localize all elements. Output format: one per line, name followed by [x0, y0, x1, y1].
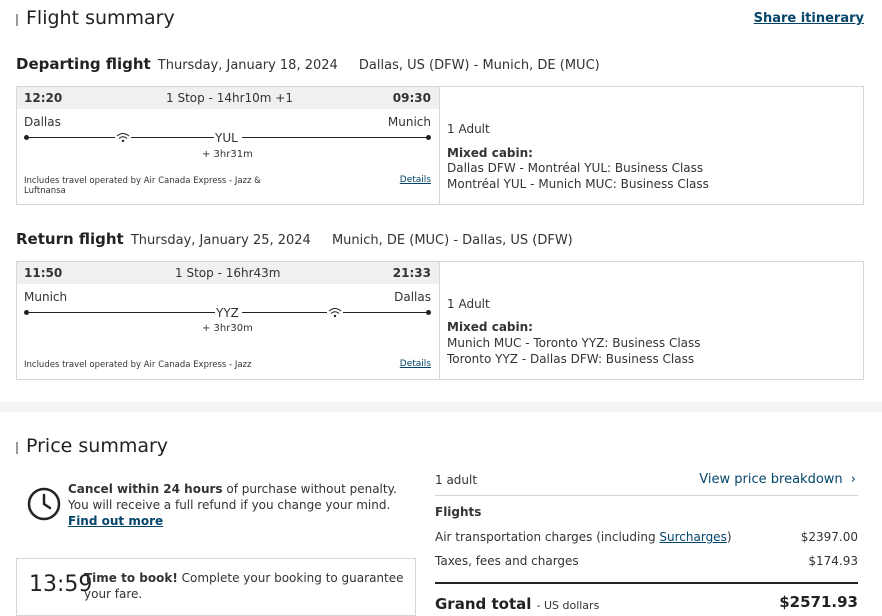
- grand-total-label-row: Grand total - US dollars: [435, 594, 599, 613]
- return-cabin-line2: Toronto YYZ - Dallas DFW: Business Class: [447, 352, 695, 366]
- wifi-icon: [116, 129, 130, 148]
- departing-operated-by: Includes travel operated by Air Canada E…: [24, 176, 261, 196]
- return-arrive-time: 21:33: [392, 266, 431, 280]
- return-line-3: [343, 312, 428, 313]
- return-dest-dot: [426, 310, 431, 315]
- air-label-prefix: Air transportation charges (including: [435, 530, 660, 544]
- return-depart-time: 11:50: [24, 266, 63, 280]
- departing-line-1: [27, 137, 115, 138]
- return-layover: + 3hr30m: [202, 323, 253, 334]
- return-details-link[interactable]: Details: [400, 359, 431, 369]
- adult-count: 1 adult: [435, 473, 478, 487]
- return-stops: 1 Stop - 16hr43m: [175, 266, 281, 280]
- return-cabin-heading: Mixed cabin:: [447, 320, 533, 334]
- share-itinerary-link[interactable]: Share itinerary: [754, 11, 864, 26]
- return-line-1: [27, 312, 215, 313]
- return-heading-row: Return flight Thursday, January 25, 2024…: [16, 229, 573, 248]
- departing-heading-row: Departing flight Thursday, January 18, 2…: [16, 54, 600, 73]
- return-heading: Return flight: [16, 230, 124, 248]
- grand-total-value: $2571.93: [779, 593, 858, 611]
- return-passengers: 1 Adult: [447, 297, 490, 311]
- departing-passengers: 1 Adult: [447, 122, 490, 136]
- view-price-breakdown-link[interactable]: View price breakdown ›: [699, 472, 856, 487]
- cancel-bold: Cancel within 24 hours: [68, 482, 223, 496]
- time-bold: Time to book!: [84, 571, 178, 585]
- departing-stops: 1 Stop - 14hr10m +1: [166, 91, 293, 105]
- wifi-icon: [328, 304, 342, 323]
- departing-depart-time: 12:20: [24, 91, 63, 105]
- departing-line-3: [242, 137, 428, 138]
- price-summary-title: Price summary: [26, 435, 169, 457]
- air-charges-value: $2397.00: [800, 530, 858, 544]
- departing-line-2: [131, 137, 214, 138]
- departing-date: Thursday, January 18, 2024: [157, 58, 338, 73]
- departing-cabin-line1: Dallas DFW - Montréal YUL: Business Clas…: [447, 161, 704, 175]
- cancel-policy: Cancel within 24 hours of purchase witho…: [68, 481, 418, 529]
- departing-heading: Departing flight: [16, 55, 151, 73]
- air-label-suffix: ): [726, 530, 732, 544]
- view-price-breakdown-label: View price breakdown: [699, 472, 843, 487]
- departing-arrive-time: 09:30: [392, 91, 431, 105]
- return-divider: [439, 262, 440, 379]
- departing-destination: Munich: [387, 115, 431, 129]
- grand-total-label: Grand total: [435, 595, 532, 613]
- time-to-book-text: Time to book! Complete your booking to g…: [84, 570, 404, 602]
- return-line-2: [242, 312, 327, 313]
- grand-total-currency: - US dollars: [536, 599, 600, 612]
- departing-dest-dot: [426, 135, 431, 140]
- find-out-more-link[interactable]: Find out more: [68, 514, 163, 528]
- return-date: Thursday, January 25, 2024: [130, 233, 311, 248]
- price-divider: [435, 495, 858, 496]
- flights-heading: Flights: [435, 505, 482, 519]
- departing-layover: + 3hr31m: [202, 149, 253, 160]
- section-marker: [16, 14, 18, 26]
- taxes-value: $174.93: [808, 554, 858, 568]
- return-destination: Dallas: [394, 290, 431, 304]
- departing-route: Dallas, US (DFW) - Munich, DE (MUC): [358, 58, 600, 73]
- return-route: Munich, DE (MUC) - Dallas, US (DFW): [331, 233, 573, 248]
- air-charges-label: Air transportation charges (including Su…: [435, 530, 732, 544]
- section-marker: [16, 442, 18, 454]
- surcharges-link[interactable]: Surcharges: [659, 530, 726, 544]
- chevron-right-icon: ›: [850, 472, 856, 487]
- section-divider: [0, 402, 882, 412]
- return-cabin-line1: Munich MUC - Toronto YYZ: Business Class: [447, 336, 701, 350]
- departing-connection: YUL: [215, 131, 238, 145]
- clock-icon: [26, 486, 62, 526]
- departing-cabin-heading: Mixed cabin:: [447, 146, 533, 160]
- return-connection: YYZ: [216, 306, 239, 320]
- return-origin: Munich: [24, 290, 68, 304]
- departing-cabin-line2: Montréal YUL - Munich MUC: Business Clas…: [447, 177, 709, 191]
- return-operated-by: Includes travel operated by Air Canada E…: [24, 360, 252, 370]
- flight-summary-title: Flight summary: [26, 7, 175, 29]
- departing-details-link[interactable]: Details: [400, 175, 431, 185]
- countdown-timer: 13:59: [29, 572, 93, 597]
- departing-origin: Dallas: [24, 115, 61, 129]
- departing-divider: [439, 87, 440, 204]
- taxes-label: Taxes, fees and charges: [435, 554, 579, 568]
- grand-total-divider: [435, 582, 858, 584]
